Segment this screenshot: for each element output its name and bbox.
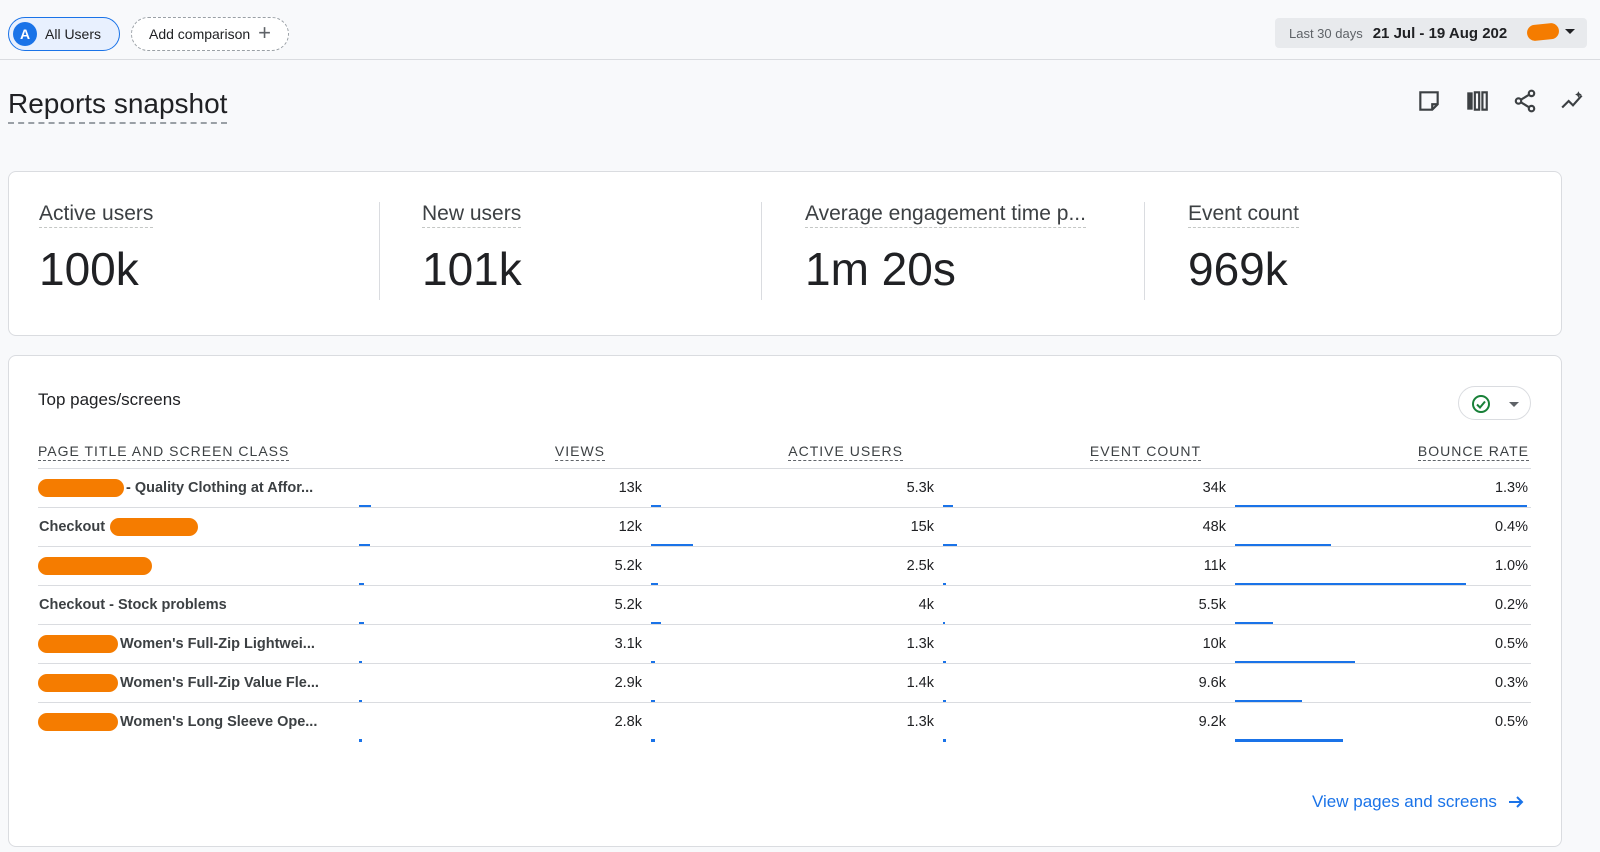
bounce-rate-cell: 0.4% <box>1494 519 1528 535</box>
col-header-page[interactable]: PAGE TITLE AND SCREEN CLASS <box>38 443 290 461</box>
views-cell: 2.8k <box>614 714 642 730</box>
event-count-cell: 10k <box>1202 636 1226 652</box>
redaction-mark <box>38 479 124 497</box>
views-cell: 12k <box>618 519 642 535</box>
table-row[interactable]: Checkout - Stock problems 5.2k 4k 5.5k 0.2% <box>38 585 1531 625</box>
active-users-cell: 5.3k <box>906 480 934 496</box>
event-count-cell: 9.2k <box>1198 714 1226 730</box>
kpi-value: 100k <box>39 243 139 295</box>
active-users-cell: 2.5k <box>906 558 934 574</box>
redaction-mark <box>38 557 152 575</box>
active-users-cell: 1.3k <box>906 714 934 730</box>
views-cell: 13k <box>618 480 642 496</box>
view-pages-label: View pages and screens <box>1312 792 1497 811</box>
event-count-cell: 34k <box>1202 480 1226 496</box>
col-header-views[interactable]: VIEWS <box>554 443 605 461</box>
kpi-value: 1m 20s <box>805 243 956 295</box>
redaction-mark <box>38 674 118 692</box>
table-row[interactable]: Women's Long Sleeve Ope... 2.8k 1.3k 9.2k 0.… <box>38 702 1531 742</box>
date-range-picker[interactable]: Last 30 days 21 Jul - 19 Aug 202 <box>1275 18 1587 48</box>
kpi-new-users[interactable]: New users 101k <box>422 202 522 302</box>
page-title-cell[interactable]: Women's Full-Zip Value Fle... <box>120 675 319 691</box>
views-bar <box>359 739 362 742</box>
all-users-label: All Users <box>45 26 102 42</box>
kpi-name: Active users <box>39 202 154 228</box>
table-row[interactable]: - Quality Clothing at Affor... 13k 5.3k 34k… <box>38 468 1531 508</box>
kpi-card: Active users 100k New users 101k Average… <box>8 171 1562 336</box>
share-icon[interactable] <box>1512 88 1538 114</box>
insights-icon[interactable] <box>1560 88 1586 114</box>
active-users-bar <box>651 739 655 742</box>
page-title-cell[interactable]: Women's Long Sleeve Ope... <box>120 714 317 730</box>
redaction-mark <box>1526 22 1560 42</box>
plus-icon: + <box>258 20 272 45</box>
col-header-bounce-rate[interactable]: BOUNCE RATE <box>1417 443 1529 461</box>
event-count-cell: 48k <box>1202 519 1226 535</box>
event-count-cell: 9.6k <box>1198 675 1226 691</box>
add-comparison-label: Add comparison <box>148 26 251 42</box>
redaction-mark <box>38 635 118 653</box>
page-title-cell[interactable]: Women's Full-Zip Lightwei... <box>120 636 315 652</box>
views-cell: 3.1k <box>614 636 642 652</box>
audience-avatar: A <box>13 22 37 46</box>
table-row[interactable]: 5.2k 2.5k 11k 1.0% <box>38 546 1531 586</box>
views-cell: 5.2k <box>614 597 642 613</box>
redaction-mark <box>38 713 118 731</box>
compare-columns-icon[interactable] <box>1464 88 1490 114</box>
kpi-active-users[interactable]: Active users 100k <box>39 202 154 302</box>
active-users-cell: 15k <box>910 519 934 535</box>
customize-note-icon[interactable] <box>1416 88 1442 114</box>
view-pages-link[interactable]: View pages and screens <box>1312 792 1525 812</box>
table-row[interactable]: Checkout 12k 15k 48k 0.4% <box>38 507 1531 547</box>
card-title: Top pages/screens <box>38 390 181 409</box>
chevron-down-icon <box>1509 402 1519 407</box>
top-pages-card: Top pages/screens PAGE TITLE AND SCREEN … <box>8 355 1562 847</box>
title-toolbar <box>1416 88 1586 114</box>
event-count-cell: 5.5k <box>1198 597 1226 613</box>
redaction-mark <box>110 518 198 536</box>
views-cell: 2.9k <box>614 675 642 691</box>
kpi-event-count[interactable]: Event count 969k <box>1188 202 1299 302</box>
table-row[interactable]: Women's Full-Zip Lightwei... 3.1k 1.3k 10k 0… <box>38 624 1531 664</box>
kpi-name: Average engagement time p... <box>805 202 1086 228</box>
bounce-rate-cell: 0.5% <box>1494 636 1528 652</box>
add-comparison-button[interactable]: Add comparison + <box>131 17 289 51</box>
chevron-down-icon <box>1565 29 1575 34</box>
arrow-right-icon <box>1508 796 1524 808</box>
top-bar: A All Users Add comparison + Last 30 day… <box>0 0 1600 60</box>
active-users-cell: 4k <box>918 597 934 613</box>
bounce-rate-cell: 1.0% <box>1494 558 1528 574</box>
bounce-rate-cell: 0.2% <box>1494 597 1528 613</box>
kpi-divider <box>379 202 380 300</box>
event-count-cell: 11k <box>1203 558 1226 574</box>
bounce-rate-bar <box>1235 739 1343 742</box>
check-circle-icon <box>1472 395 1490 413</box>
col-header-active-users[interactable]: ACTIVE USERS <box>788 443 903 461</box>
date-range-label: Last 30 days <box>1289 25 1363 41</box>
kpi-avg-engagement[interactable]: Average engagement time p... 1m 20s <box>805 202 1086 302</box>
active-users-cell: 1.4k <box>906 675 934 691</box>
kpi-name: New users <box>422 202 522 228</box>
views-cell: 5.2k <box>614 558 642 574</box>
date-range-value: 21 Jul - 19 Aug 202 <box>1372 24 1508 42</box>
kpi-value: 101k <box>422 243 522 295</box>
page-title-cell[interactable]: - Quality Clothing at Affor... <box>126 480 313 496</box>
kpi-divider <box>1144 202 1145 300</box>
active-users-cell: 1.3k <box>906 636 934 652</box>
bounce-rate-cell: 0.3% <box>1494 675 1528 691</box>
bounce-rate-cell: 1.3% <box>1494 480 1528 496</box>
kpi-divider <box>761 202 762 300</box>
table-row[interactable]: Women's Full-Zip Value Fle... 2.9k 1.4k 9.6… <box>38 663 1531 703</box>
all-users-chip[interactable]: A All Users <box>8 17 120 51</box>
kpi-value: 969k <box>1188 243 1288 295</box>
kpi-name: Event count <box>1188 202 1299 228</box>
col-header-event-count[interactable]: EVENT COUNT <box>1089 443 1201 461</box>
page-title-cell[interactable]: Checkout - Stock problems <box>39 597 227 613</box>
event-count-bar <box>943 739 946 742</box>
comparison-toggle-button[interactable] <box>1458 386 1531 420</box>
page-title-cell[interactable]: Checkout <box>39 519 105 535</box>
bounce-rate-cell: 0.5% <box>1494 714 1528 730</box>
page-title[interactable]: Reports snapshot <box>8 88 228 124</box>
